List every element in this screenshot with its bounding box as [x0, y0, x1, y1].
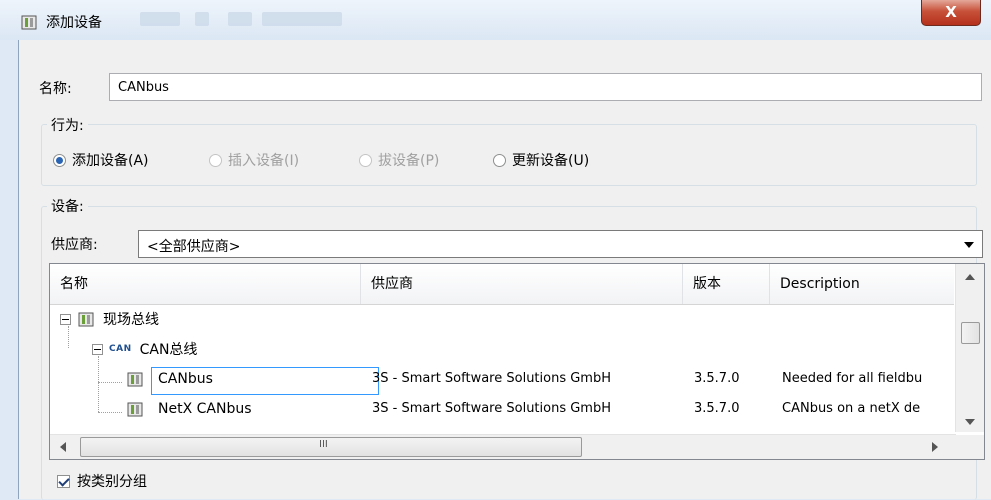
column-header-vendor[interactable]: 供应商	[361, 264, 683, 304]
collapse-icon[interactable]	[60, 313, 71, 325]
device-row-netx-canbus[interactable]: NetX CANbus 3S - Smart Software Solution…	[50, 394, 954, 424]
dropdown-arrow-icon	[964, 242, 974, 248]
vendor-selected-value: <全部供应商>	[147, 239, 241, 255]
radio-add-device[interactable]: 添加设备(A)	[53, 150, 149, 170]
device-version: 3.5.7.0	[694, 401, 740, 416]
vendor-dropdown[interactable]: <全部供应商>	[138, 230, 983, 258]
radio-update-device[interactable]: 更新设备(U)	[493, 150, 589, 170]
scroll-thumb[interactable]	[961, 322, 980, 344]
vertical-scrollbar[interactable]	[955, 264, 984, 432]
device-description: Needed for all fieldbu	[782, 371, 923, 386]
device-tree-table[interactable]: 名称 供应商 版本 Description 现场总线 CAN CAN总线 CAN…	[49, 263, 985, 460]
device-row-canbus[interactable]: CANbus 3S - Smart Software Solutions Gmb…	[50, 364, 954, 395]
scroll-left-icon[interactable]	[60, 442, 66, 452]
radio-button	[53, 153, 66, 167]
tree-row[interactable]: 现场总线	[50, 304, 954, 334]
device-name: CANbus	[158, 371, 213, 387]
background-window-ghost	[228, 12, 252, 26]
window-title: 添加设备	[46, 15, 102, 31]
device-icon	[127, 372, 143, 387]
checkbox	[57, 474, 70, 488]
device-vendor: 3S - Smart Software Solutions GmbH	[372, 401, 612, 416]
can-bus-icon: CAN	[109, 344, 132, 354]
scrollbar-corner	[956, 435, 984, 459]
radio-button	[493, 153, 506, 167]
radio-insert-device: 插入设备(I)	[209, 150, 299, 170]
scroll-down-icon[interactable]	[965, 419, 975, 425]
device-icon	[127, 402, 143, 417]
device-vendor: 3S - Smart Software Solutions GmbH	[372, 371, 612, 386]
vendor-label: 供应商:	[51, 237, 98, 253]
name-input[interactable]	[109, 73, 982, 101]
action-group-title: 行为:	[47, 115, 88, 135]
scroll-right-icon[interactable]	[932, 442, 938, 452]
scroll-up-icon[interactable]	[965, 274, 975, 280]
background-window-ghost	[262, 12, 342, 26]
radio-label: 更新设备(U)	[512, 153, 590, 169]
device-icon	[78, 312, 94, 327]
radio-label: 插入设备(I)	[228, 153, 300, 169]
radio-button	[209, 153, 222, 167]
column-header-version[interactable]: 版本	[683, 264, 770, 304]
column-header-name[interactable]: 名称	[50, 264, 361, 304]
radio-label: 拔设备(P)	[378, 153, 440, 169]
close-button[interactable]: X	[921, 0, 981, 26]
column-header-description[interactable]: Description	[770, 264, 954, 304]
device-group-title: 设备:	[47, 196, 88, 216]
scroll-thumb[interactable]: III	[80, 437, 582, 457]
device-name: NetX CANbus	[158, 401, 252, 417]
checkbox-label: 按类别分组	[77, 474, 147, 490]
title-bar[interactable]: 添加设备 X	[0, 0, 991, 40]
background-window-ghost	[195, 12, 209, 26]
tree-node-label: 现场总线	[103, 312, 159, 328]
device-version: 3.5.7.0	[694, 371, 740, 386]
horizontal-scrollbar[interactable]: III	[50, 434, 956, 459]
tree-node-label: CAN总线	[139, 342, 198, 358]
radio-label: 添加设备(A)	[72, 153, 149, 169]
group-by-category-checkbox[interactable]: 按类别分组	[57, 471, 147, 491]
device-icon	[21, 15, 37, 30]
tree-row[interactable]: CAN CAN总线	[50, 334, 954, 364]
radio-button	[359, 153, 372, 167]
dialog-body: 名称: 行为: 添加设备(A) 插入设备(I) 拔设备(P) 更新设备(U) 设…	[18, 40, 991, 500]
background-window-ghost	[140, 12, 180, 26]
device-description: CANbus on a netX de	[782, 401, 921, 416]
scroll-grip-icon: III	[319, 439, 328, 450]
close-icon: X	[945, 3, 957, 21]
name-label: 名称:	[39, 81, 72, 97]
collapse-icon[interactable]	[92, 343, 103, 355]
table-header: 名称 供应商 版本 Description	[50, 264, 954, 305]
radio-unplug-device: 拔设备(P)	[359, 150, 439, 170]
